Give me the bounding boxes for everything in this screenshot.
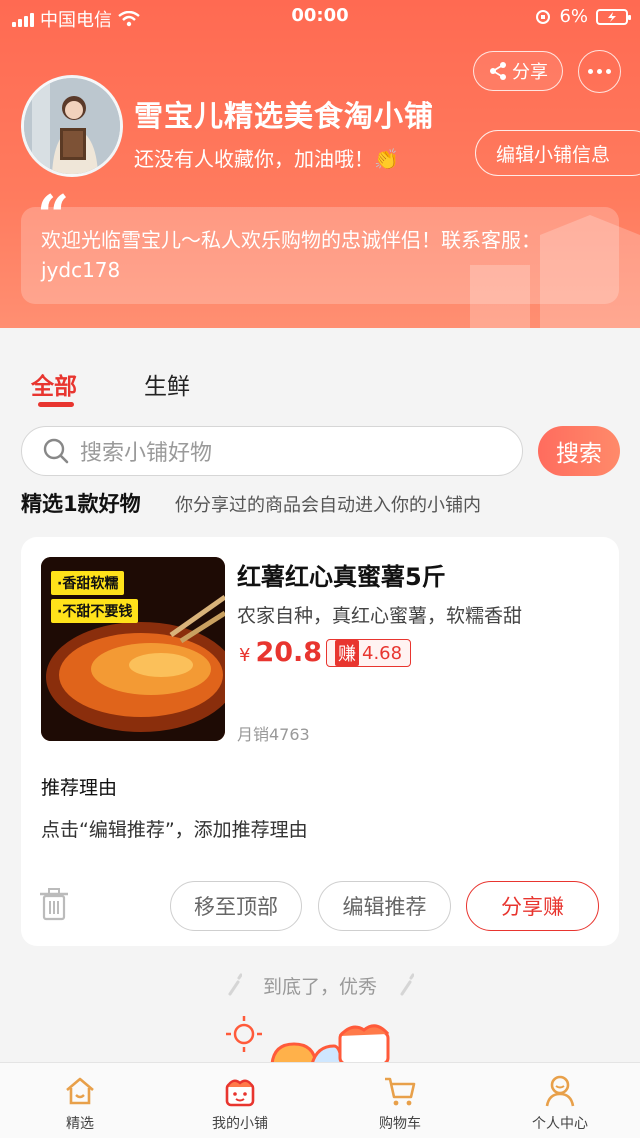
recommend-reason-title: 推荐理由 (41, 777, 118, 799)
earn-value: 4.68 (362, 642, 403, 664)
shop-name: 雪宝儿精选美食淘小铺 (134, 99, 435, 133)
shop-notice: 欢迎光临雪宝儿～私人欢乐购物的忠诚伴侣！联系客服：jydc178 (21, 207, 619, 304)
product-tag: ·不甜不要钱 (51, 599, 139, 623)
tab-all[interactable]: 全部 (31, 367, 77, 401)
search-placeholder: 搜索小铺好物 (80, 441, 213, 466)
dot-icon (588, 69, 593, 74)
tab-label: 个人中心 (532, 1116, 588, 1132)
edit-recommendation-button[interactable]: 编辑推荐 (318, 881, 451, 931)
tab-profile[interactable]: 个人中心 (480, 1063, 640, 1138)
product-image[interactable]: ·香甜软糯 ·不甜不要钱 (41, 557, 225, 741)
bottom-tab-bar: 精选 我的小铺 购物车 个人中心 (0, 1062, 640, 1138)
more-options-button[interactable] (578, 50, 621, 93)
product-title[interactable]: 红薯红心真蜜薯5斤 (237, 557, 446, 592)
active-tab-indicator (38, 402, 74, 407)
monthly-sales: 月销4763 (237, 725, 310, 744)
status-bar: 中国电信 00:00 6% (0, 0, 640, 34)
mascot-illustration (226, 1016, 390, 1064)
home-icon (66, 1077, 94, 1105)
cart-icon (385, 1077, 416, 1106)
avatar-photo (24, 78, 120, 174)
share-earn-button[interactable]: 分享赚 (466, 881, 599, 931)
product-price: ¥ 20.8 (239, 637, 322, 668)
end-of-list-text: 到底了，优秀 (262, 976, 377, 998)
person-icon (545, 1075, 575, 1107)
recommend-reason-text: 点击“编辑推荐”，添加推荐理由 (41, 819, 308, 841)
tab-label: 精选 (66, 1116, 94, 1132)
product-card: ·香甜软糯 ·不甜不要钱 红薯红心真蜜薯5斤 农家自种，真红心蜜薯，软糯香甜 ¥… (21, 537, 619, 946)
search-input[interactable]: 搜索小铺好物 (21, 426, 523, 476)
sparkle-right-icon (400, 973, 414, 996)
dot-icon (597, 69, 602, 74)
section-hint: 你分享过的商品会自动进入你的小铺内 (175, 495, 481, 516)
section-title: 精选1款好物 (21, 492, 141, 516)
share-button[interactable]: 分享 (473, 51, 563, 91)
rotation-lock-icon (536, 9, 551, 24)
shop-subtitle: 还没有人收藏你，加油哦！👏 (134, 147, 399, 171)
earn-badge: 赚 4.68 (326, 639, 412, 667)
avatar[interactable] (21, 75, 123, 177)
tab-cart[interactable]: 购物车 (320, 1063, 480, 1138)
share-label: 分享 (512, 62, 548, 83)
earn-prefix: 赚 (335, 640, 359, 666)
product-description: 农家自种，真红心蜜薯，软糯香甜 (237, 605, 523, 627)
trash-icon[interactable] (39, 887, 69, 921)
edit-shop-info-button[interactable]: 编辑小铺信息 (475, 130, 640, 176)
search-button[interactable]: 搜索 (538, 426, 620, 476)
tab-fresh[interactable]: 生鲜 (144, 367, 190, 401)
battery-icon (596, 8, 631, 25)
price-value: 20.8 (255, 637, 323, 668)
share-icon (490, 62, 506, 80)
tab-my-shop[interactable]: 我的小铺 (160, 1063, 320, 1138)
dot-icon (606, 69, 611, 74)
move-to-top-button[interactable]: 移至顶部 (170, 881, 302, 931)
currency-symbol: ¥ (239, 645, 251, 666)
product-tag: ·香甜软糯 (51, 571, 125, 595)
battery-percent: 6% (559, 6, 588, 27)
tab-label: 购物车 (379, 1116, 421, 1132)
shop-header: 中国电信 00:00 6% 分享 雪宝儿精选美食淘小铺 还没有人收藏你，加油哦！… (0, 0, 640, 328)
tab-label: 我的小铺 (212, 1116, 268, 1132)
search-icon (43, 438, 69, 464)
shop-icon (225, 1079, 255, 1107)
tab-featured[interactable]: 精选 (0, 1063, 160, 1138)
